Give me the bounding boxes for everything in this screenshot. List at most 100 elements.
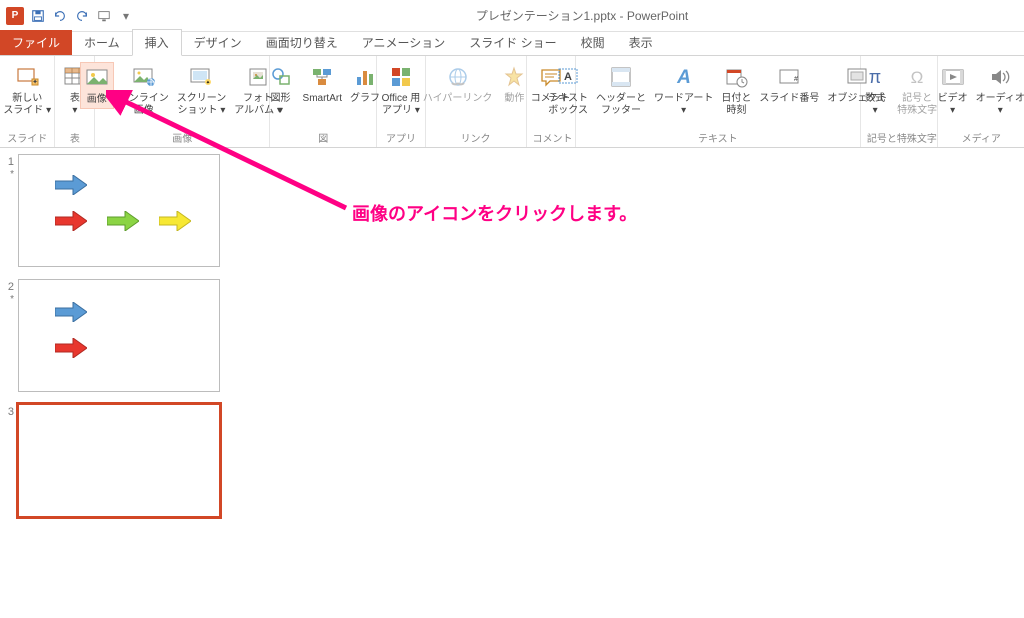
svg-text:Ω: Ω xyxy=(911,68,924,87)
office-apps-icon xyxy=(388,64,414,90)
header-footer-button[interactable]: ヘッダーと フッター xyxy=(593,62,649,118)
slide-number-button[interactable]: # スライド番号 xyxy=(756,62,822,107)
group-links: ハイパーリンク 動作 リンク xyxy=(426,56,527,147)
shapes-button[interactable]: 図形 ▾ xyxy=(264,62,298,118)
table-label: 表 ▾ xyxy=(70,93,80,116)
new-slide-icon: ✦ xyxy=(14,64,40,90)
svg-text:✦: ✦ xyxy=(32,78,38,86)
datetime-label: 日付と 時刻 xyxy=(721,93,751,116)
symbol-icon: Ω xyxy=(904,64,930,90)
chart-label: グラフ xyxy=(350,93,380,105)
slide-thumbnail-1[interactable] xyxy=(18,154,220,267)
new-slide-label: 新しい スライド ▾ xyxy=(3,93,51,116)
screenshot-label: スクリーン ショット ▾ xyxy=(177,93,227,116)
online-picture-label: オンライン 画像 xyxy=(119,93,169,116)
screenshot-icon: ✦ xyxy=(188,64,214,90)
datetime-icon xyxy=(723,64,749,90)
save-icon[interactable] xyxy=(30,8,46,24)
qat-dropdown-icon[interactable]: ▾ xyxy=(118,8,134,24)
tab-slideshow[interactable]: スライド ショー xyxy=(457,30,568,55)
audio-button[interactable]: オーディオ ▾ xyxy=(973,62,1024,118)
tab-design[interactable]: デザイン xyxy=(182,30,254,55)
tab-transitions[interactable]: 画面切り替え xyxy=(254,30,350,55)
symbol-button[interactable]: Ω 記号と 特殊文字 xyxy=(894,62,940,118)
picture-button[interactable]: 画像 xyxy=(80,62,114,109)
group-text-label: テキスト xyxy=(582,130,854,147)
slide-thumbnail-3[interactable] xyxy=(18,404,220,517)
workspace: 1* 2* 3 xyxy=(0,148,1024,618)
svg-text:✦: ✦ xyxy=(206,80,210,86)
audio-label: オーディオ ▾ xyxy=(976,93,1024,116)
equation-icon: π xyxy=(862,64,888,90)
slide-number-icon: # xyxy=(776,64,802,90)
undo-icon[interactable] xyxy=(52,8,68,24)
screenshot-button[interactable]: ✦ スクリーン ショット ▾ xyxy=(174,62,230,118)
textbox-label: テキスト ボックス xyxy=(548,93,588,116)
thumbnail-number: 3 xyxy=(4,404,18,517)
group-images-label: 画像 xyxy=(101,130,263,147)
group-illustrations: 図形 ▾ SmartArt グラフ 図 xyxy=(270,56,377,147)
slide-canvas[interactable] xyxy=(248,148,1024,618)
tab-view[interactable]: 表示 xyxy=(617,30,665,55)
online-picture-icon xyxy=(131,64,157,90)
group-media: ビデオ ▾ オーディオ ▾ メディア xyxy=(938,56,1024,147)
slide-number-label: スライド番号 xyxy=(759,93,819,105)
svg-text:A: A xyxy=(676,67,691,88)
svg-text:A: A xyxy=(564,71,572,83)
thumbnail-row: 3 xyxy=(4,404,238,517)
datetime-button[interactable]: 日付と 時刻 xyxy=(718,62,754,118)
textbox-button[interactable]: A テキスト ボックス xyxy=(545,62,591,118)
blue-arrow-icon xyxy=(55,302,87,322)
group-slide: ✦ 新しい スライド ▾ スライド xyxy=(0,56,55,147)
shapes-label: 図形 ▾ xyxy=(271,93,291,116)
office-apps-button[interactable]: Office 用 アプリ ▾ xyxy=(379,62,424,118)
symbol-label: 記号と 特殊文字 xyxy=(897,93,937,116)
hyperlink-button[interactable]: ハイパーリンク xyxy=(420,62,496,107)
red-arrow-icon xyxy=(55,211,87,231)
group-symbols: π 数式 ▾ Ω 記号と 特殊文字 記号と特殊文字 xyxy=(861,56,939,147)
online-picture-button[interactable]: オンライン 画像 xyxy=(116,62,172,118)
wordart-label: ワードアート ▾ xyxy=(654,93,713,116)
blue-arrow-icon xyxy=(55,175,87,195)
redo-icon[interactable] xyxy=(74,8,90,24)
action-button[interactable]: 動作 xyxy=(497,62,531,107)
hyperlink-label: ハイパーリンク xyxy=(423,93,493,105)
thumbnail-number: 1* xyxy=(4,154,18,267)
smartart-label: SmartArt xyxy=(303,93,342,105)
group-links-label: リンク xyxy=(432,130,520,147)
tab-file[interactable]: ファイル xyxy=(0,30,72,55)
chart-icon xyxy=(352,64,378,90)
green-arrow-icon xyxy=(107,211,139,231)
slide-thumbnails-panel[interactable]: 1* 2* 3 xyxy=(0,148,248,618)
picture-label: 画像 xyxy=(87,94,107,106)
svg-text:π: π xyxy=(869,67,881,87)
tab-animations[interactable]: アニメーション xyxy=(350,30,458,55)
office-apps-label: Office 用 アプリ ▾ xyxy=(382,93,421,116)
current-slide xyxy=(298,148,1024,618)
ribbon: ✦ 新しい スライド ▾ スライド 表 ▾ 表 画像 xyxy=(0,56,1024,148)
wordart-icon: A xyxy=(671,64,697,90)
smartart-button[interactable]: SmartArt xyxy=(300,62,345,107)
audio-icon xyxy=(987,64,1013,90)
title-bar: P ▾ プレゼンテーション1.pptx - PowerPoint xyxy=(0,0,1024,32)
tab-review[interactable]: 校閲 xyxy=(569,30,617,55)
red-arrow-icon xyxy=(55,338,87,358)
powerpoint-logo-icon: P xyxy=(6,7,24,25)
quick-access-toolbar: P ▾ xyxy=(0,7,140,25)
group-apps: Office 用 アプリ ▾ アプリ xyxy=(377,56,425,147)
shapes-icon xyxy=(268,64,294,90)
thumbnail-row: 1* xyxy=(4,154,238,267)
new-slide-button[interactable]: ✦ 新しい スライド ▾ xyxy=(0,62,54,118)
start-from-beginning-icon[interactable] xyxy=(96,8,112,24)
slide-thumbnail-2[interactable] xyxy=(18,279,220,392)
tab-home[interactable]: ホーム xyxy=(72,30,132,55)
wordart-button[interactable]: A ワードアート ▾ xyxy=(651,62,716,118)
smartart-icon xyxy=(309,64,335,90)
group-text: A テキスト ボックス ヘッダーと フッター A ワードアート ▾ xyxy=(576,56,861,147)
equation-button[interactable]: π 数式 ▾ xyxy=(858,62,892,118)
thumbnail-number: 2* xyxy=(4,279,18,392)
tab-insert[interactable]: 挿入 xyxy=(132,29,182,56)
action-icon xyxy=(501,64,527,90)
hyperlink-icon xyxy=(445,64,471,90)
header-footer-label: ヘッダーと フッター xyxy=(596,93,646,116)
